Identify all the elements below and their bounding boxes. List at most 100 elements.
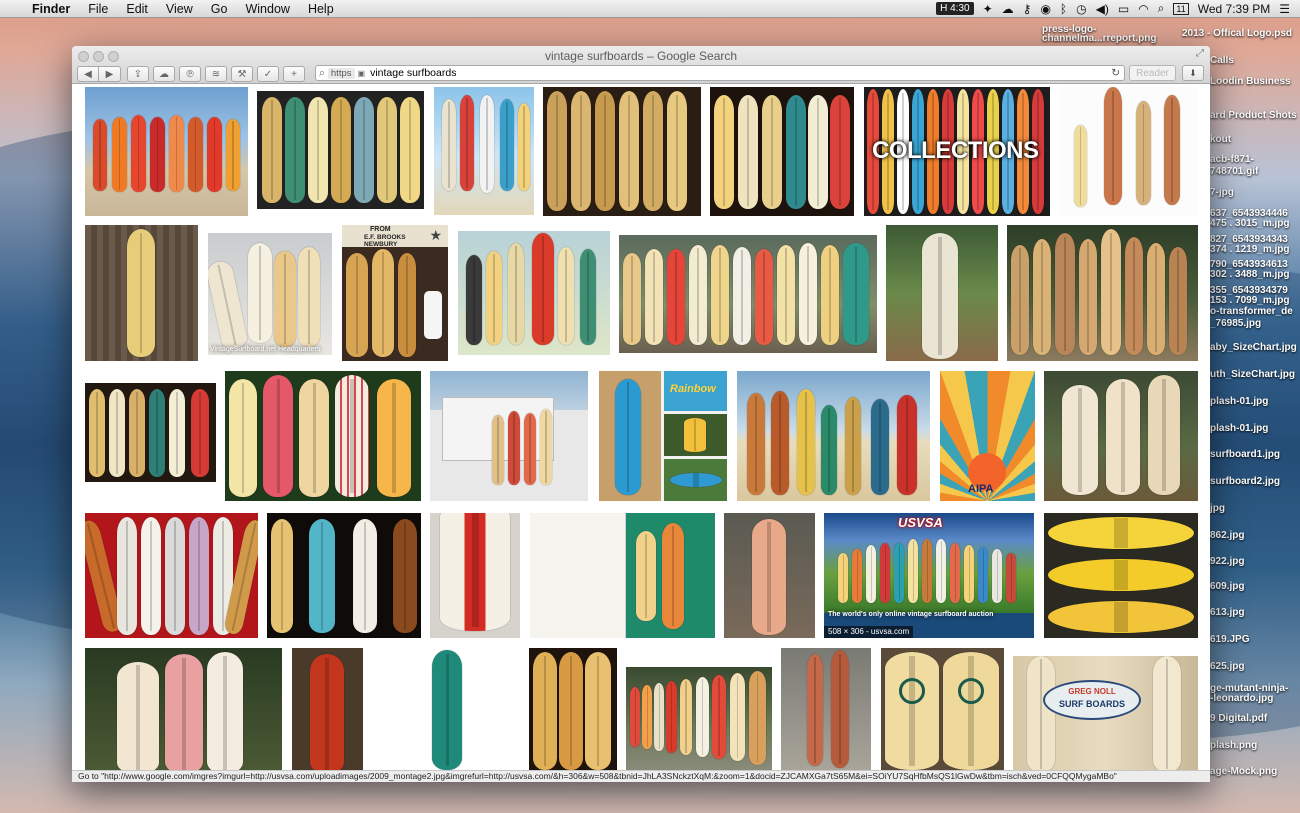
desktop-file-label[interactable]: 609.jpg	[1210, 581, 1244, 592]
image-result[interactable]	[626, 667, 772, 770]
image-result[interactable]	[619, 235, 877, 353]
menu-view[interactable]: View	[157, 2, 202, 16]
calendar-icon[interactable]: 11	[1173, 2, 1189, 15]
keychain-icon[interactable]: ⚷	[1023, 2, 1032, 16]
image-result[interactable]	[724, 513, 815, 638]
desktop-file-label[interactable]: Loodin Business	[1210, 76, 1291, 87]
desktop-file-label[interactable]: ard Product Shots	[1210, 110, 1297, 121]
menu-file[interactable]: File	[79, 2, 117, 16]
address-bar[interactable]: ⌕ https ▣ vintage surfboards ↻	[315, 65, 1125, 81]
menu-window[interactable]: Window	[236, 2, 298, 16]
image-result[interactable]	[225, 371, 421, 501]
time-machine-icon[interactable]: ◷	[1076, 2, 1086, 16]
image-result[interactable]	[710, 87, 854, 216]
image-result[interactable]	[85, 87, 248, 216]
desktop-file-label[interactable]: uth_SizeChart.jpg	[1210, 369, 1295, 380]
spotlight-search-icon[interactable]: ⌕	[1158, 1, 1165, 16]
desktop-file-label[interactable]: _76985.jpg	[1210, 318, 1261, 329]
downloads-icon[interactable]: ⬇	[1182, 65, 1204, 81]
creative-cloud-icon[interactable]: ☁	[1002, 2, 1014, 16]
image-result[interactable]	[1044, 513, 1198, 638]
menu-edit[interactable]: Edit	[117, 2, 157, 16]
reader-button[interactable]: Reader	[1129, 65, 1176, 81]
image-result[interactable]: USVSA The world's only online vintage su…	[824, 513, 1034, 638]
reload-icon[interactable]: ↻	[1111, 67, 1120, 79]
dropbox-icon[interactable]: ✦	[983, 2, 993, 16]
desktop-file-label[interactable]: -leonardo.jpg	[1210, 693, 1273, 704]
desktop-file-label[interactable]: 302 . 3488_m.jpg	[1210, 269, 1290, 280]
image-result[interactable]	[1044, 371, 1198, 501]
desktop-file-label[interactable]: age-Mock.png	[1210, 766, 1277, 777]
image-result[interactable]: COLLECTIONS	[864, 87, 1050, 216]
desktop-file-label[interactable]: acb-f871-	[1210, 154, 1254, 165]
desktop-file-label[interactable]: 625.jpg	[1210, 661, 1244, 672]
tools-button[interactable]: ⚒	[231, 66, 253, 82]
image-result[interactable]	[430, 371, 588, 501]
forward-button[interactable]: ▶	[99, 66, 121, 82]
clock[interactable]: Wed 7:39 PM	[1198, 2, 1270, 16]
desktop-file-label[interactable]: 7-jpg	[1210, 187, 1234, 198]
desktop-file-label[interactable]: 862.jpg	[1210, 530, 1244, 541]
1password-icon[interactable]: ◉	[1040, 2, 1050, 16]
image-result[interactable]	[85, 648, 282, 770]
notification-center-icon[interactable]: ☰	[1279, 2, 1290, 16]
image-result[interactable]	[529, 648, 617, 770]
desktop-file-label[interactable]: 374 . 1219_m.jpg	[1210, 244, 1290, 255]
menu-go[interactable]: Go	[202, 2, 237, 16]
image-result[interactable]	[85, 225, 198, 361]
image-result[interactable]	[1007, 225, 1198, 361]
share-button[interactable]: ⇪	[127, 66, 149, 82]
desktop-file-label[interactable]: channelma...rreport.png	[1042, 33, 1156, 44]
desktop-file-label[interactable]: 619.JPG	[1210, 634, 1249, 645]
desktop-file-label[interactable]: 153 . 7099_m.jpg	[1210, 295, 1290, 306]
image-result[interactable]	[737, 371, 930, 501]
desktop-file-label[interactable]: o-transformer_de	[1210, 306, 1293, 317]
image-result[interactable]	[430, 513, 520, 638]
battery-icon[interactable]: ▭	[1118, 2, 1129, 16]
image-result[interactable]	[530, 513, 715, 638]
desktop-file-label[interactable]: 613.jpg	[1210, 607, 1244, 618]
timer-badge[interactable]: H 4:30	[936, 2, 974, 15]
desktop-file-label[interactable]: surfboard2.jpg	[1210, 476, 1280, 487]
new-tab-button[interactable]: +	[283, 66, 305, 82]
icloud-tabs-button[interactable]: ☁	[153, 66, 175, 82]
back-button[interactable]: ◀	[77, 66, 99, 82]
image-result[interactable]	[543, 87, 701, 216]
desktop-file-label[interactable]: jpg	[1210, 503, 1225, 514]
image-result[interactable]: VintageSurfboard.net Headquarters	[208, 233, 332, 355]
image-result[interactable]	[85, 383, 216, 482]
image-result[interactable]	[781, 648, 871, 770]
image-result[interactable]	[85, 513, 258, 638]
desktop-file-label[interactable]: aby_SizeChart.jpg	[1210, 342, 1297, 353]
image-result[interactable]	[886, 225, 998, 361]
image-result[interactable]: FROM E.F. BROOKS NEWBURY ★	[342, 225, 448, 361]
desktop-file-label[interactable]: 9 Digital.pdf	[1210, 713, 1267, 724]
wifi-icon[interactable]: ◠	[1138, 2, 1148, 16]
desktop-file-label[interactable]: 2013 - Offical Logo.psd	[1182, 28, 1292, 39]
pinterest-button[interactable]: ℗	[179, 66, 201, 82]
volume-icon[interactable]: ◀)	[1096, 2, 1109, 16]
desktop-file-label[interactable]: kout	[1210, 134, 1231, 145]
menu-help[interactable]: Help	[299, 2, 343, 16]
desktop-file-label[interactable]: 475 . 3015_m.jpg	[1210, 218, 1290, 229]
desktop-file-label[interactable]: plash-01.jpg	[1210, 396, 1268, 407]
app-menu[interactable]: Finder	[23, 2, 79, 16]
image-result[interactable]	[1060, 87, 1197, 216]
desktop-file-label[interactable]: plash.png	[1210, 740, 1257, 751]
image-result[interactable]	[458, 231, 610, 355]
desktop-file-label[interactable]: Calls	[1210, 55, 1234, 66]
image-result[interactable]	[267, 513, 421, 638]
fullscreen-icon[interactable]: ⤢	[1196, 48, 1204, 59]
pocket-button[interactable]: ✓	[257, 66, 279, 82]
image-result[interactable]: GREG NOLL SURF BOARDS	[1013, 656, 1198, 770]
bluetooth-icon[interactable]: ᛒ	[1060, 2, 1067, 16]
image-result[interactable]: Rainbow	[599, 371, 727, 501]
desktop-file-label[interactable]: plash-01.jpg	[1210, 423, 1268, 434]
desktop-file-label[interactable]: surfboard1.jpg	[1210, 449, 1280, 460]
image-result[interactable]	[372, 648, 520, 770]
desktop-file-label[interactable]: 922.jpg	[1210, 556, 1244, 567]
desktop-file-label[interactable]: 748701.gif	[1210, 166, 1258, 177]
image-result[interactable]: AIPA	[940, 371, 1035, 501]
layers-button[interactable]: ≋	[205, 66, 227, 82]
image-result[interactable]	[881, 648, 1004, 770]
